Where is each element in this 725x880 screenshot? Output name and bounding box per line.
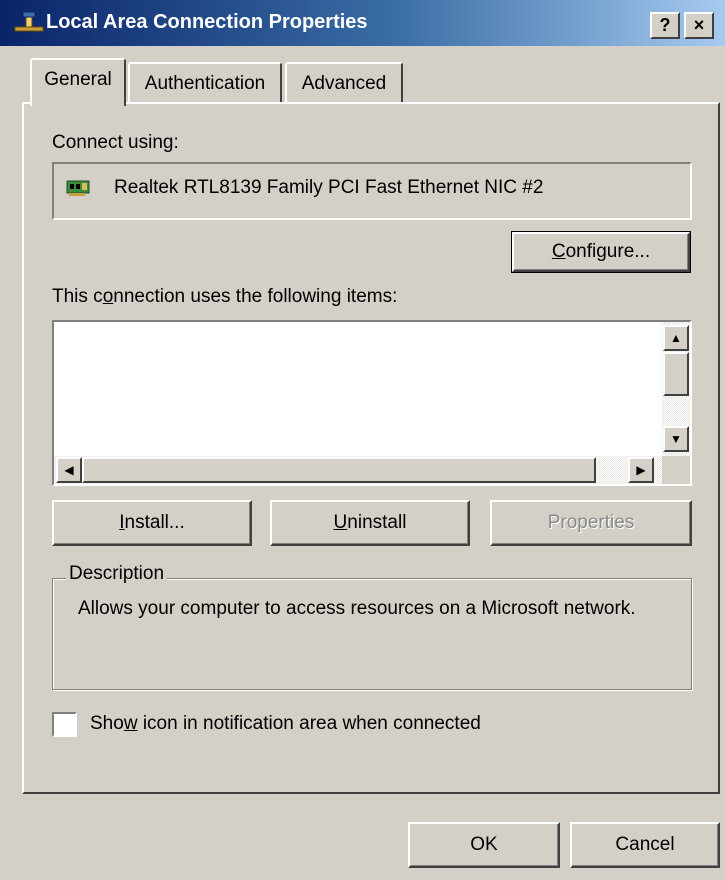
adapter-name: Realtek RTL8139 Family PCI Fast Ethernet… [114, 177, 544, 198]
arrow-up-icon: ▲ [670, 331, 682, 345]
close-icon: × [693, 15, 705, 35]
show-icon-checkbox[interactable] [52, 712, 77, 737]
configure-label: onfigure... [565, 241, 651, 262]
items-listbox[interactable]: ▲ ▼ ◀ ▶ [52, 320, 692, 486]
scroll-right-button[interactable]: ▶ [628, 457, 654, 483]
cancel-button[interactable]: Cancel [570, 822, 720, 868]
close-button[interactable]: × [684, 12, 714, 39]
window-title: Local Area Connection Properties [46, 11, 368, 33]
items-label-text-rest: nnection uses the following items: [113, 286, 398, 307]
scroll-down-button[interactable]: ▼ [663, 426, 689, 452]
properties-button[interactable]: Properties [490, 500, 692, 546]
connect-using-label: Connect using: [52, 132, 179, 153]
configure-mnemonic: C [551, 241, 566, 262]
configure-button[interactable]: Configure... [511, 231, 691, 273]
show-icon-mnemonic: w [123, 713, 138, 734]
ok-button[interactable]: OK [408, 822, 560, 868]
tab-label: Advanced [301, 73, 387, 94]
uninstall-label: ninstall [347, 512, 407, 533]
help-icon: ? [659, 15, 671, 35]
properties-label: Properties [547, 512, 635, 533]
show-icon-text-rest: icon in notification area when connected [137, 713, 481, 734]
show-icon-text: Sho [90, 713, 124, 734]
arrow-right-icon: ▶ [636, 463, 646, 477]
show-icon-label[interactable]: Show icon in notification area when conn… [90, 713, 481, 735]
install-button[interactable]: Install... [52, 500, 252, 546]
items-label: This connection uses the following items… [52, 286, 397, 308]
install-label: nstall... [124, 512, 185, 533]
arrow-down-icon: ▼ [670, 432, 682, 446]
description-text: Allows your computer to access resources… [78, 598, 636, 619]
network-connection-icon [14, 11, 44, 32]
items-label-text: This c [52, 286, 103, 307]
horizontal-scroll-thumb[interactable] [82, 457, 596, 483]
uninstall-button[interactable]: Uninstall [270, 500, 470, 546]
uninstall-mnemonic: U [333, 512, 348, 533]
arrow-left-icon: ◀ [64, 463, 74, 477]
description-title: Description [66, 563, 168, 585]
network-card-icon [66, 180, 90, 196]
help-button[interactable]: ? [650, 12, 680, 39]
cancel-label: Cancel [615, 834, 675, 855]
tab-label: General [44, 69, 112, 90]
scroll-up-button[interactable]: ▲ [663, 325, 689, 351]
ok-label: OK [470, 834, 498, 855]
tab-label: Authentication [144, 73, 266, 94]
items-label-mnemonic: o [102, 286, 114, 307]
description-group [52, 578, 692, 690]
vertical-scroll-thumb[interactable] [663, 352, 689, 396]
tab-advanced[interactable]: Advanced [285, 62, 403, 104]
tab-authentication[interactable]: Authentication [128, 62, 282, 104]
adapter-field: Realtek RTL8139 Family PCI Fast Ethernet… [52, 162, 692, 220]
scrollbar-corner [662, 456, 690, 484]
scroll-left-button[interactable]: ◀ [56, 457, 82, 483]
tab-general[interactable]: General [30, 58, 126, 106]
